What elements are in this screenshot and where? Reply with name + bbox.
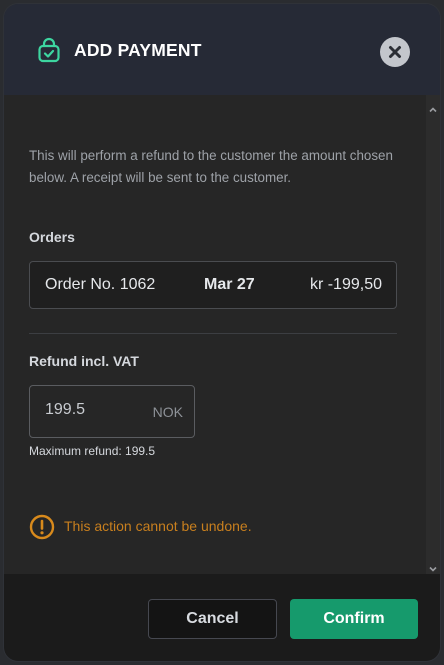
refund-amount-value: 199.5 (45, 401, 86, 418)
refund-label: Refund incl. VAT (29, 353, 139, 369)
divider (29, 333, 397, 334)
add-payment-modal: ADD PAYMENT This will perform a refund t… (4, 4, 440, 661)
modal-title: ADD PAYMENT (74, 40, 202, 60)
cancel-button[interactable]: Cancel (148, 599, 277, 639)
modal-footer: Cancel Confirm (4, 574, 440, 661)
order-row[interactable]: Order No. 1062 Mar 27 kr -199,50 (29, 261, 397, 309)
scrollbar[interactable] (426, 95, 440, 574)
warning-icon (29, 514, 55, 540)
refund-description: This will perform a refund to the custom… (29, 148, 393, 185)
order-date: Mar 27 (204, 276, 255, 293)
max-refund-text: Maximum refund: 199.5 (29, 444, 156, 458)
order-amount: kr -199,50 (309, 276, 382, 293)
order-number: Order No. 1062 (45, 276, 156, 293)
modal-header: ADD PAYMENT (4, 4, 440, 95)
scroll-up-arrow-icon[interactable] (429, 101, 437, 113)
orders-label: Orders (29, 229, 75, 245)
warning-text: This action cannot be undone. (64, 518, 252, 534)
scrollbar-thumb[interactable] (429, 113, 437, 556)
currency-unit: NOK (152, 404, 183, 420)
lock-icon (37, 37, 61, 63)
scroll-down-arrow-icon[interactable] (429, 560, 437, 572)
close-button[interactable] (380, 37, 410, 67)
confirm-button[interactable]: Confirm (290, 599, 418, 639)
close-icon (389, 46, 401, 58)
modal-body: This will perform a refund to the custom… (4, 95, 440, 574)
refund-amount-input[interactable]: 199.5 NOK (29, 385, 195, 438)
